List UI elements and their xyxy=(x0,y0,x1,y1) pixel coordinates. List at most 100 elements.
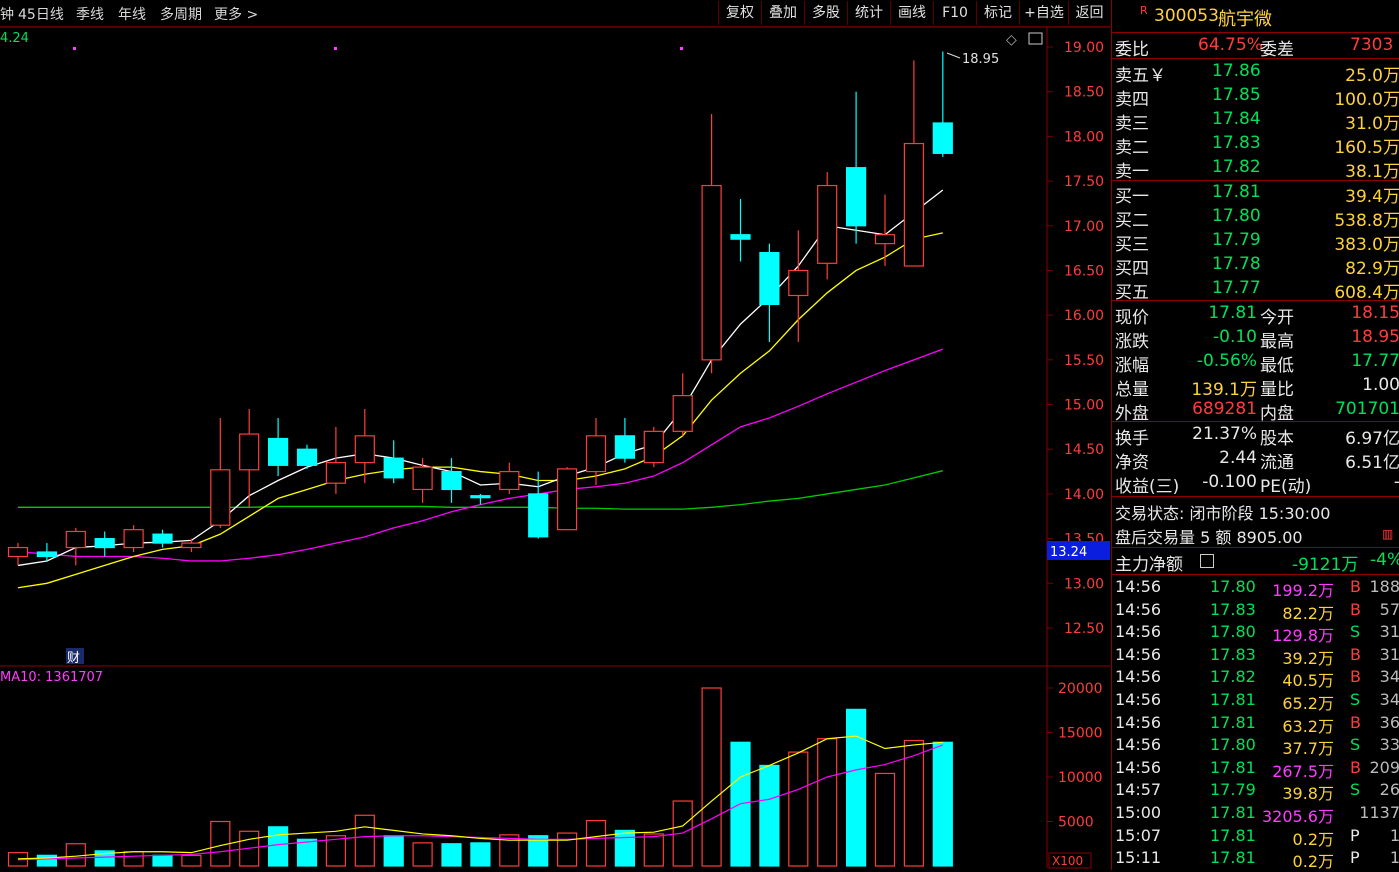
candle-up[interactable] xyxy=(903,60,925,267)
candle-up[interactable] xyxy=(65,527,86,566)
candle-down[interactable] xyxy=(759,243,780,342)
kline-chart[interactable]: 19.00 18.50 18.00 17.50 17.00 16.50 16.00 15.50… xyxy=(0,0,1110,870)
bid-volume: 538.8万 xyxy=(1334,211,1399,231)
candle-body xyxy=(932,122,953,154)
detail-icon[interactable]: ▥ xyxy=(1382,527,1393,541)
volume-bar-down[interactable] xyxy=(441,843,462,867)
tick-row: 14:56 17.80 199.2万 B 188 xyxy=(1112,576,1399,600)
ask-price: 17.86 xyxy=(1212,61,1261,81)
candle-up[interactable] xyxy=(123,525,144,553)
candle-down[interactable] xyxy=(730,198,751,262)
event-marker[interactable] xyxy=(73,47,76,50)
tick-side: P xyxy=(1350,848,1360,868)
volume-bar-up[interactable] xyxy=(65,843,86,867)
weibi-label: 委比 xyxy=(1115,40,1149,60)
tick-time: 14:56 xyxy=(1115,599,1162,619)
event-marker[interactable] xyxy=(334,47,337,50)
candle-up[interactable] xyxy=(210,417,231,528)
volume-bar-up[interactable] xyxy=(585,820,607,867)
candle-down[interactable] xyxy=(296,444,318,469)
window-toggle-icon[interactable] xyxy=(1028,32,1043,45)
candle-up[interactable] xyxy=(788,230,809,342)
candle-body xyxy=(499,470,520,491)
main-net-row[interactable]: 主力净额 -9121万 -4% xyxy=(1112,549,1399,575)
candle-up[interactable] xyxy=(412,458,433,503)
tick-price: 17.81 xyxy=(1210,757,1256,777)
volume-bar-up[interactable] xyxy=(643,833,664,867)
volume-bar-up[interactable] xyxy=(181,854,202,867)
stat-row: 外盘 689281 内盘 701701 xyxy=(1112,398,1399,424)
volume-bar-up[interactable] xyxy=(788,751,809,867)
weicha-label: 委差 xyxy=(1260,40,1294,60)
volume-bar-down[interactable] xyxy=(296,838,318,867)
stat-value: 701701 xyxy=(1335,399,1399,419)
candle-down[interactable] xyxy=(441,458,462,503)
tick-volume: 129.8万 xyxy=(1272,626,1334,646)
volume-bar-down[interactable] xyxy=(152,854,173,867)
ask-label: 卖五￥ xyxy=(1115,66,1166,86)
ask-volume: 31.0万 xyxy=(1345,114,1399,134)
candle-up[interactable] xyxy=(7,543,29,566)
volume-bar-up[interactable] xyxy=(817,738,838,867)
stat-label: 换手 xyxy=(1115,429,1149,449)
candle-down[interactable] xyxy=(528,471,549,539)
candle-body xyxy=(730,234,751,240)
candle-up[interactable] xyxy=(701,114,722,374)
candle-up[interactable] xyxy=(354,409,375,484)
tick-price: 17.83 xyxy=(1210,644,1256,664)
volume-bar-up[interactable] xyxy=(903,739,925,867)
candle-body xyxy=(470,495,491,499)
bid-volume: 82.9万 xyxy=(1345,259,1399,279)
ma5-line xyxy=(17,189,944,567)
volume-bar-down[interactable] xyxy=(36,854,58,867)
candle-down[interactable] xyxy=(932,51,953,157)
stock-code-prefix: R xyxy=(1140,4,1148,17)
volume-bar-down[interactable] xyxy=(383,835,404,867)
candle-body xyxy=(325,462,346,484)
ask-volume: 100.0万 xyxy=(1334,90,1399,110)
tick-volume: 39.2万 xyxy=(1282,648,1334,668)
volume-bar-up[interactable] xyxy=(354,814,375,867)
candle-body xyxy=(759,251,780,306)
candle-body xyxy=(7,546,29,558)
candle-down[interactable] xyxy=(152,529,173,548)
candle-up[interactable] xyxy=(499,462,520,494)
volume-bar-up[interactable] xyxy=(874,772,896,867)
candle-up[interactable] xyxy=(643,426,664,468)
ask-row: 卖二 17.83 160.5万 xyxy=(1112,132,1399,158)
volume-bar-up[interactable] xyxy=(123,851,144,867)
candle-up[interactable] xyxy=(672,373,693,436)
event-marker[interactable] xyxy=(680,47,683,50)
price-tick-label: 15.50 xyxy=(1064,353,1104,369)
volume-bar-down[interactable] xyxy=(470,842,491,867)
diamond-icon[interactable]: ◇ xyxy=(1006,32,1017,48)
candle-body xyxy=(903,142,925,267)
volume-bar-down[interactable] xyxy=(268,826,289,867)
volume-bar-down[interactable] xyxy=(845,708,867,867)
volume-bar-up[interactable] xyxy=(412,842,433,867)
stat-value: -0.56% xyxy=(1196,351,1257,371)
candle-body xyxy=(239,433,260,471)
ask-row: 卖五￥ 17.86 25.0万 xyxy=(1112,60,1399,86)
volume-bar-down[interactable] xyxy=(932,741,953,867)
candle-down[interactable] xyxy=(614,417,636,463)
volume-bar-up[interactable] xyxy=(701,687,722,867)
stat-value: 2.44 xyxy=(1219,448,1257,468)
tick-side: B xyxy=(1350,757,1361,777)
bid-row: 买一 17.81 39.4万 xyxy=(1112,181,1399,207)
candle-down[interactable] xyxy=(845,91,867,244)
volume-bar-up[interactable] xyxy=(556,832,578,867)
candle-up[interactable] xyxy=(817,172,838,280)
candle-body xyxy=(701,184,722,361)
stat2-row: 收益(三) -0.100PE(动) - xyxy=(1112,471,1399,497)
tick-time: 14:56 xyxy=(1115,735,1162,755)
tick-count: 209 xyxy=(1369,757,1399,777)
candle-down[interactable] xyxy=(383,440,404,484)
list-icon[interactable] xyxy=(1200,554,1214,568)
tick-count: 31 xyxy=(1379,622,1399,642)
volume-bar-down[interactable] xyxy=(614,829,636,867)
volume-bar-down[interactable] xyxy=(759,764,780,867)
candle-down[interactable] xyxy=(268,417,289,477)
candle-up[interactable] xyxy=(556,467,578,531)
candle-down[interactable] xyxy=(94,531,115,557)
